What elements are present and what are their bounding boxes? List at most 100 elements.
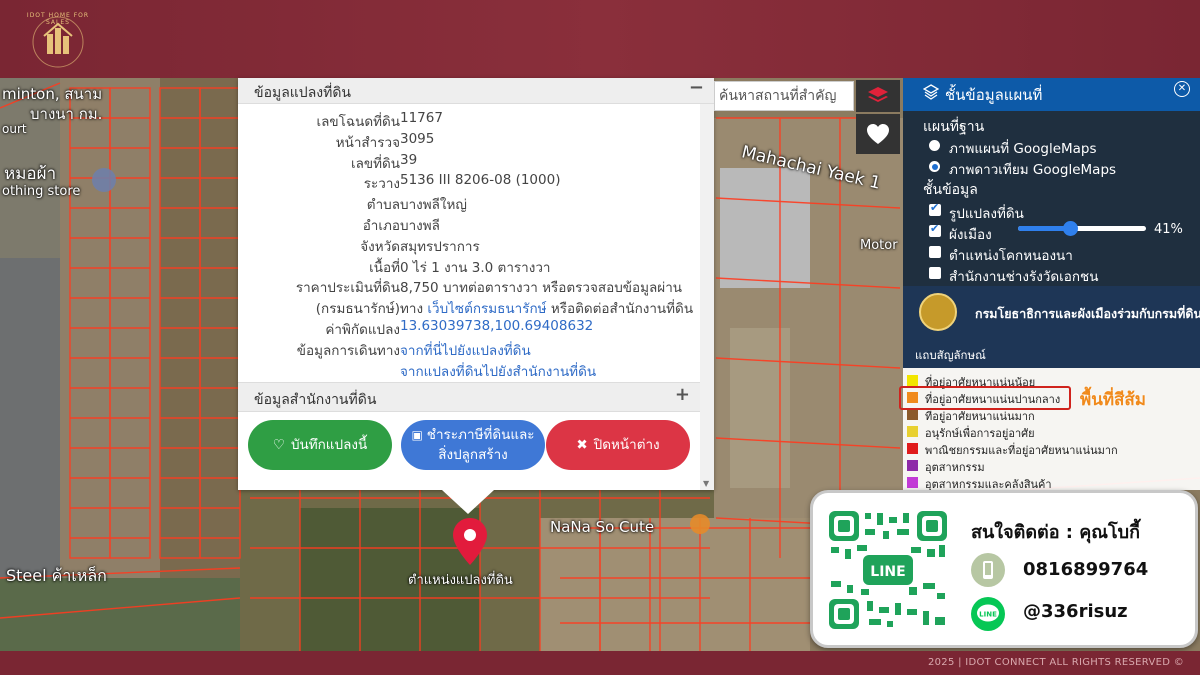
detail-value: 39 xyxy=(400,151,418,168)
map-label-motor: Motor xyxy=(860,238,898,253)
detail-row-subdistrict: ตำบล บางพลีใหญ่ xyxy=(238,191,700,213)
close-x-icon: ✖ xyxy=(576,437,588,453)
collapse-icon[interactable]: − xyxy=(689,77,704,98)
detail-value: 3095 xyxy=(400,130,435,147)
layers-panel-header: ชั้นข้อมูลแผนที่ ✕ xyxy=(903,78,1200,111)
layers-outline-icon xyxy=(923,84,939,100)
legend-item: อุตสาหกรรมและคลังสินค้า xyxy=(903,474,1200,491)
panel-pointer xyxy=(442,490,494,514)
detail-row-landno: เลขที่ดิน 39 xyxy=(238,150,700,172)
detail-row-coords: ค่าพิกัดแปลง 13.63039738,100.69408632 xyxy=(238,316,700,338)
layer-toggle-khoknongna[interactable]: ตำแหน่งโคกหนองนา xyxy=(929,244,1073,266)
scroll-down-arrow-icon[interactable]: ▼ xyxy=(703,479,709,488)
parcel-panel-header[interactable]: ข้อมูลแปลงที่ดิน − xyxy=(238,77,714,104)
favorites-button[interactable] xyxy=(856,114,900,154)
layers-button[interactable] xyxy=(856,80,900,112)
detail-row-sheet: ระวาง 5136 III 8206-08 (1000) xyxy=(238,170,700,192)
layers-panel-title: ชั้นข้อมูลแผนที่ xyxy=(945,86,1043,104)
orange-zone-note: พื้นที่สีส้ม xyxy=(1080,390,1146,410)
detail-row-survey: หน้าสำรวจ 3095 xyxy=(238,129,700,151)
legend-swatch xyxy=(907,477,918,488)
basemap-title: แผนที่ฐาน xyxy=(923,119,985,135)
legend-swatch xyxy=(907,443,918,454)
detail-value: 11767 xyxy=(400,110,443,126)
pay-tax-button[interactable]: ▣ ชำระภาษีที่ดินและ สิ่งปลูกสร้าง xyxy=(401,420,545,470)
map-label-steel: Steel ค้าเหล็ก xyxy=(6,566,107,585)
contact-title: สนใจติดต่อ : คุณโบกี้ xyxy=(971,522,1140,543)
layer-toggle-surveyors[interactable]: สำนักงานช่างรังวัดเอกชน xyxy=(929,265,1098,287)
place-search-input[interactable] xyxy=(715,82,851,110)
layer-toggle-parcels[interactable]: รูปแปลงที่ดิน xyxy=(929,201,1024,224)
data-layers-title: ชั้นข้อมูล xyxy=(923,182,978,198)
checkbox-checked[interactable] xyxy=(929,222,941,237)
treasury-website-link[interactable]: เว็บไซต์กรมธนารักษ์ xyxy=(427,301,546,317)
expand-icon[interactable]: + xyxy=(675,384,690,405)
save-parcel-label: บันทึกแปลงนี้ xyxy=(290,437,368,453)
price-prefix: ทาง xyxy=(400,301,424,318)
checkbox-checked[interactable] xyxy=(929,201,941,216)
legend-swatch xyxy=(907,375,918,386)
legend-header: แถบสัญลักษณ์ xyxy=(903,338,1200,368)
close-window-button[interactable]: ✖ ปิดหน้าต่าง xyxy=(546,420,690,470)
line-app-icon: LINE xyxy=(971,597,1005,631)
parcel-panel-title: ข้อมูลแปลงที่ดิน xyxy=(254,85,352,101)
office-info-title: ข้อมูลสำนักงานที่ดิน xyxy=(254,392,377,408)
map-label-court: ourt xyxy=(2,122,27,136)
footer-bar: 2025 | IDOT CONNECT ALL RIGHTS RESERVED … xyxy=(0,651,1200,675)
map-label-nana: NaNa So Cute xyxy=(550,518,655,536)
close-window-label: ปิดหน้าต่าง xyxy=(593,437,660,453)
place-search-box[interactable] xyxy=(714,81,854,111)
legend-swatch xyxy=(907,460,918,471)
legend-item: อนุรักษ์เพื่อการอยู่อาศัย xyxy=(903,423,1200,440)
header-bar: IDOT HOME FOR SALES xyxy=(0,0,1200,78)
radio-unselected[interactable] xyxy=(929,140,940,151)
close-circle-icon[interactable]: ✕ xyxy=(1174,81,1190,97)
logo-text: IDOT HOME FOR SALES xyxy=(26,12,90,26)
price-suffix: หรือติดต่อสำนักงานที่ดิน xyxy=(550,301,694,318)
basemap-option-satellite[interactable]: ภาพดาวเทียม GoogleMaps xyxy=(929,158,1116,180)
map-label-shop: หมอผ้า xyxy=(4,164,57,184)
zoning-legend: แถบสัญลักษณ์ ที่อยู่อาศัยหนาแน่นน้อย ที่… xyxy=(903,338,1200,491)
svg-text:LINE: LINE xyxy=(979,611,997,619)
contact-line-id[interactable]: @336risuz xyxy=(1023,601,1128,622)
route-to-parcel-link[interactable]: จากที่นี่ไปยังแปลงที่ดิน xyxy=(400,343,531,359)
detail-row-district: อำเภอ บางพลี xyxy=(238,212,700,234)
legend-item: อุตสาหกรรม xyxy=(903,457,1200,474)
legend-item: พาณิชยกรรมและที่อยู่อาศัยหนาแน่นมาก xyxy=(903,440,1200,457)
line-qr-code[interactable]: LINE xyxy=(827,509,949,631)
legend-title: แถบสัญลักษณ์ xyxy=(915,348,986,362)
layer-label: รูปแปลงที่ดิน xyxy=(949,206,1024,222)
heart-outline-icon: ♡ xyxy=(272,437,285,453)
radio-selected[interactable] xyxy=(929,161,940,172)
map-label-bangna: บางนา กม. xyxy=(30,105,103,123)
brand-logo: IDOT HOME FOR SALES xyxy=(20,12,96,70)
panel-scrollbar[interactable]: ▼ xyxy=(700,104,714,490)
detail-row-price: ราคาประเมินที่ดิน 8,750 บาทต่อตารางวา หรื… xyxy=(238,274,700,296)
opacity-slider[interactable] xyxy=(1018,221,1146,236)
department-seal-icon xyxy=(919,293,957,331)
checkbox-unchecked[interactable] xyxy=(929,246,941,258)
layer-label: ผังเมือง xyxy=(949,227,992,243)
route-to-office-link[interactable]: จากแปลงที่ดินไปยังสำนักงานที่ดิน xyxy=(400,364,596,380)
office-info-header[interactable]: ข้อมูลสำนักงานที่ดิน + xyxy=(238,382,700,412)
department-banner: กรมโยธาธิการและผังเมืองร่วมกับกรมที่ดิน xyxy=(903,286,1200,338)
copyright-text: 2025 | IDOT CONNECT ALL RIGHTS RESERVED … xyxy=(927,657,1184,668)
legend-swatch xyxy=(907,409,918,420)
qr-code-icon: ▣ xyxy=(411,428,423,442)
parcel-info-panel: ข้อมูลแปลงที่ดิน − เลขโฉนดที่ดิน 11767 หน… xyxy=(238,77,714,490)
heart-icon xyxy=(867,124,889,144)
qr-line-text: LINE xyxy=(870,564,905,580)
detail-value: 5136 III 8206-08 (1000) xyxy=(400,172,561,189)
basemap-option-label: ภาพแผนที่ GoogleMaps xyxy=(949,141,1097,157)
layers-icon xyxy=(868,87,888,102)
legend-swatch xyxy=(907,426,918,437)
map-label-clothing: othing store xyxy=(2,184,81,199)
opacity-value: 41% xyxy=(1154,222,1183,237)
pay-tax-label-1: ชำระภาษีที่ดินและ xyxy=(426,427,535,443)
checkbox-unchecked[interactable] xyxy=(929,267,941,279)
basemap-option-map[interactable]: ภาพแผนที่ GoogleMaps xyxy=(929,137,1097,159)
save-parcel-button[interactable]: ♡ บันทึกแปลงนี้ xyxy=(248,420,392,470)
layer-toggle-cityplan[interactable]: ผังเมือง xyxy=(929,222,992,245)
coordinates-link[interactable]: 13.63039738,100.69408632 xyxy=(400,318,593,334)
contact-phone[interactable]: 0816899764 xyxy=(1023,559,1148,580)
